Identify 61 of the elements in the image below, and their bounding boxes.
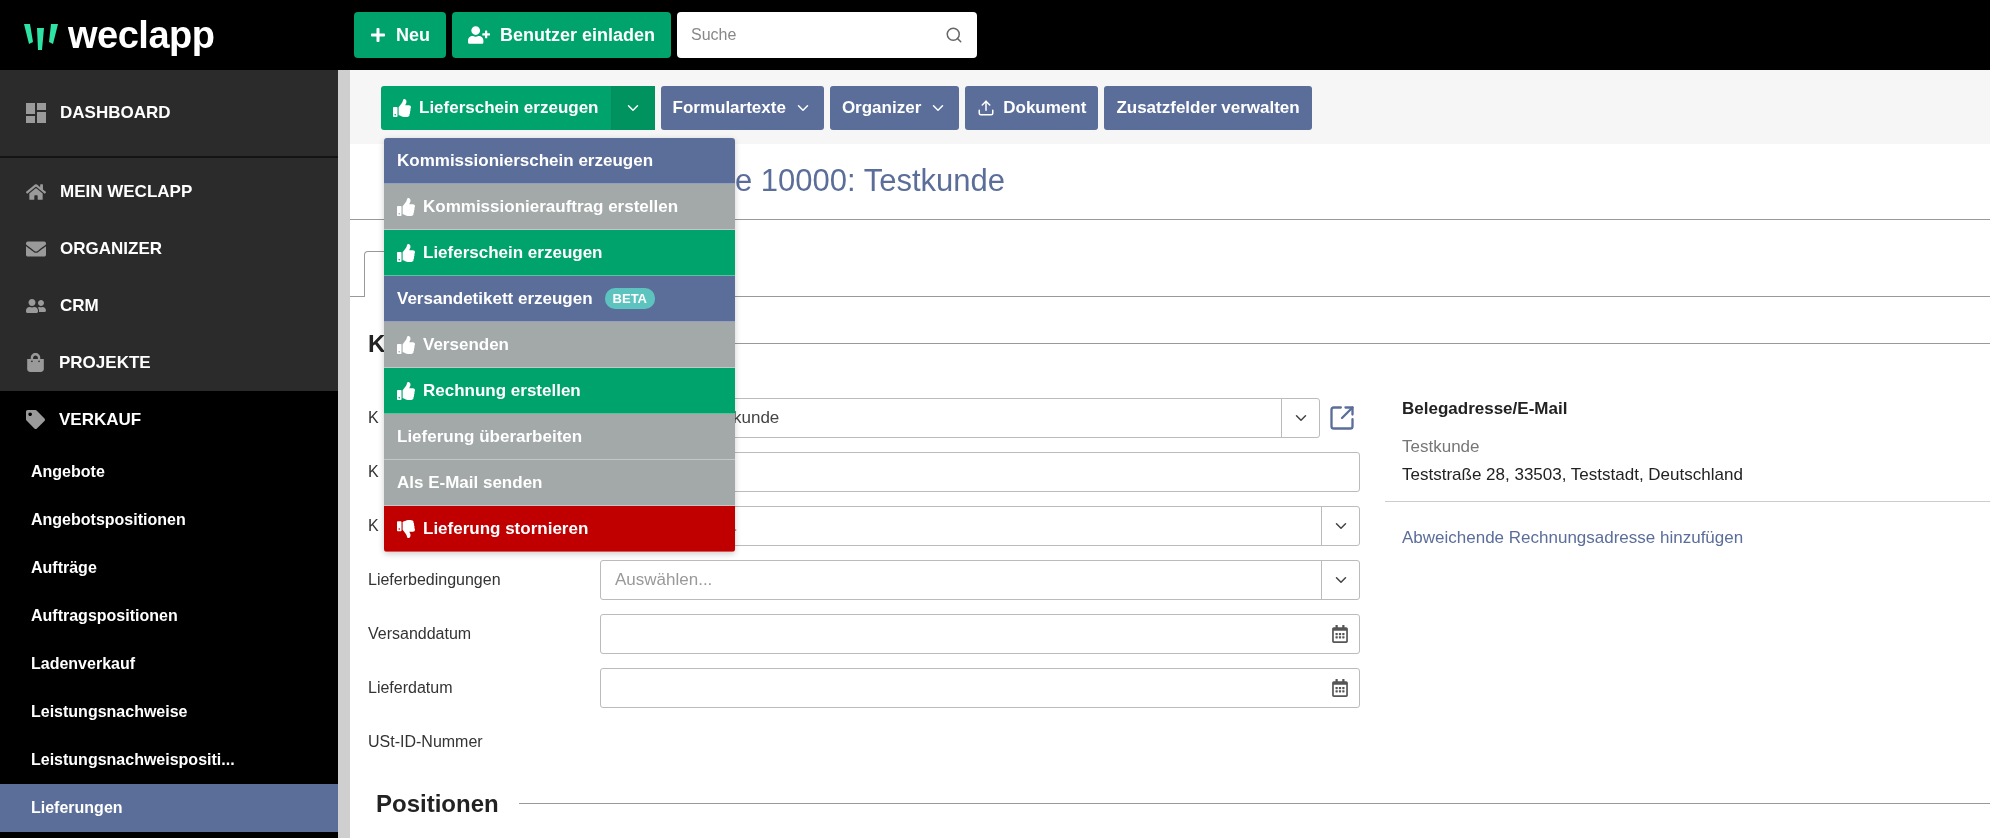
add-address-link[interactable]: Abweichende Rechnungsadresse hinzufügen	[1402, 528, 1990, 549]
address-name: Testkunde	[1402, 437, 1481, 458]
dropdown-toggle[interactable]	[610, 86, 655, 130]
sidebar-item[interactable]: Auftragspositionen	[0, 592, 338, 640]
field-label: K	[368, 463, 379, 481]
address-heading: Belegadresse/E-Mail	[1402, 399, 1569, 420]
thumbs-up-icon	[397, 335, 415, 354]
date-field[interactable]	[600, 614, 1360, 655]
invite-button[interactable]: Benutzer einladen	[452, 12, 672, 58]
date-field[interactable]	[600, 668, 1360, 709]
sidebar-item[interactable]: Angebotspositionen	[0, 496, 338, 544]
thumbs-down-icon	[397, 519, 415, 538]
document-button[interactable]: Dokument	[965, 86, 1099, 130]
menu-item[interactable]: Kommissionierschein erzeugen	[384, 138, 735, 184]
sidebar-item[interactable]: Ladenverkauf	[0, 640, 338, 688]
field-label: K	[368, 409, 379, 427]
address-line: Teststraße 28, 33503, Teststadt, Deutschland	[1402, 465, 1744, 486]
dropdown-button[interactable]: Formulartexte	[660, 86, 824, 130]
field-label: Versanddatum	[368, 625, 472, 643]
field-label: Lieferbedingungen	[368, 571, 501, 589]
field-label: USt-ID-Nummer	[368, 733, 483, 751]
dashboard-icon	[26, 103, 46, 123]
field-label: Lieferdatum	[368, 679, 453, 697]
sidebar-group[interactable]: VERKAUF	[0, 391, 338, 448]
search-field[interactable]: Suche	[677, 12, 978, 58]
sidebar-item[interactable]: Lieferungen	[0, 784, 338, 832]
bag-icon	[26, 353, 45, 372]
dropdown-button[interactable]: Organizer	[829, 86, 960, 130]
thumbs-up-icon	[393, 99, 411, 117]
sidebar-item[interactable]: Leistungsnachweispositi...	[0, 736, 338, 784]
sidebar-item[interactable]: CRM	[0, 277, 338, 334]
page-title: e 10000: Testkunde	[735, 163, 1006, 200]
sidebar-item[interactable]: Angebote	[0, 448, 338, 496]
search-icon	[945, 26, 964, 44]
new-button[interactable]: Neu	[354, 12, 446, 58]
sidebar-item[interactable]: PROJEKTE	[0, 334, 338, 391]
home-icon	[26, 181, 46, 202]
menu-item[interactable]: Versandetikett erzeugen BETA	[384, 276, 735, 322]
menu-item[interactable]: Lieferung stornieren	[384, 506, 735, 552]
thumbs-up-icon	[397, 243, 415, 262]
sidebar-item[interactable]: Aufträge	[0, 544, 338, 592]
plus-icon	[370, 27, 386, 43]
tag-icon	[26, 410, 45, 429]
logo-text: weclapp	[68, 13, 215, 57]
select-field[interactable]: Auswählen...	[600, 560, 1360, 601]
thumbs-up-icon	[397, 197, 415, 216]
section-heading: Positionen	[376, 789, 499, 818]
sidebar-item[interactable]: MEIN WECLAPP	[0, 163, 338, 220]
menu-item[interactable]: Rechnung erstellen	[384, 368, 735, 414]
field-label: K	[368, 517, 379, 535]
sidebar-item[interactable]: Leistungsnachweise	[0, 688, 338, 736]
sidebar-item[interactable]: ORGANIZER	[0, 220, 338, 277]
menu-item[interactable]: Lieferschein erzeugen	[384, 230, 735, 276]
external-link-icon[interactable]	[1328, 404, 1356, 433]
thumbs-up-icon	[397, 381, 415, 400]
upload-icon	[977, 99, 996, 117]
fields-button[interactable]: Zusatzfelder verwalten	[1104, 86, 1312, 130]
section-heading: K	[368, 329, 386, 358]
add-user-icon	[468, 24, 490, 46]
scrollbar[interactable]	[338, 70, 350, 838]
beta-badge: BETA	[604, 288, 655, 309]
